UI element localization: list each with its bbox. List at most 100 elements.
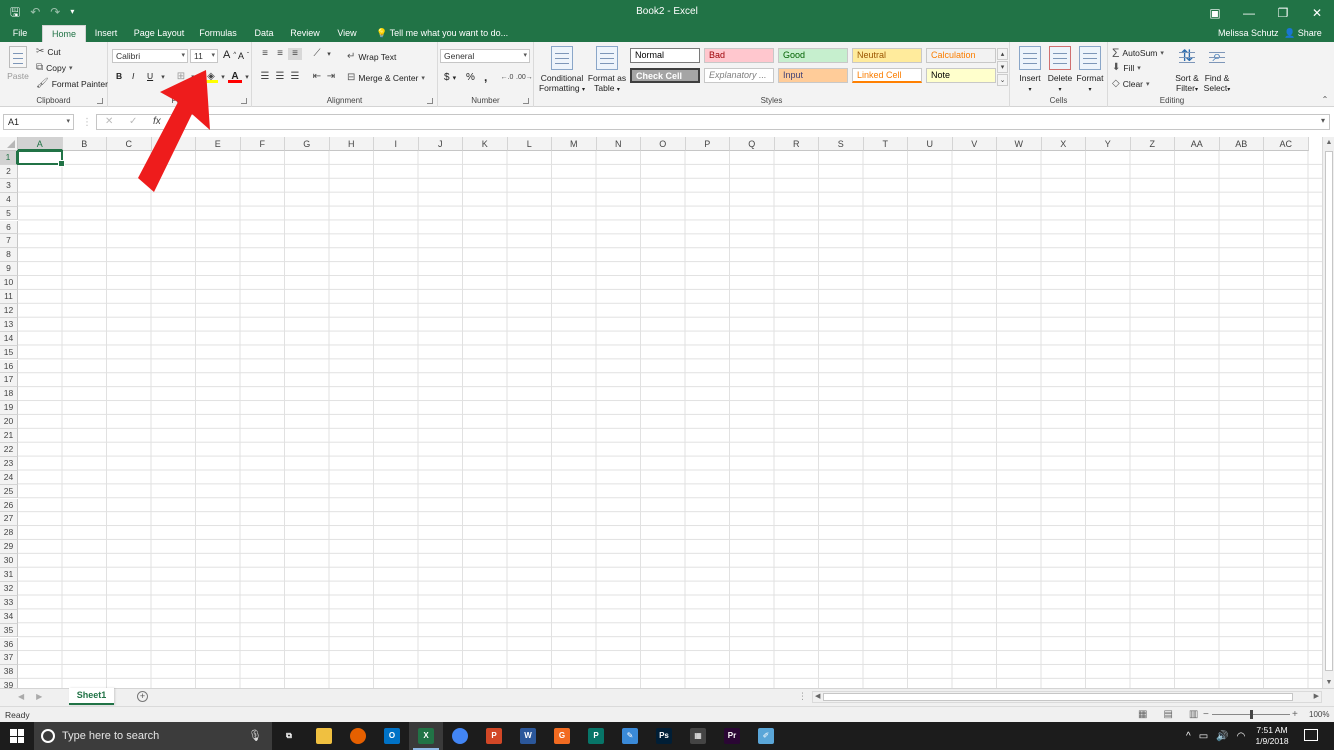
next-sheet-icon[interactable]: ▶	[36, 692, 42, 701]
row-header-21[interactable]: 21	[0, 429, 18, 443]
cell-style-calculation[interactable]: Calculation	[926, 48, 996, 63]
taskbar-app-task-view[interactable]: ⧉	[272, 722, 306, 750]
row-header-2[interactable]: 2	[0, 164, 18, 179]
font-name-select[interactable]: Calibri ▾	[112, 49, 188, 63]
row-header-29[interactable]: 29	[0, 540, 18, 555]
column-header-s[interactable]: S	[819, 137, 864, 151]
row-header-6[interactable]: 6	[0, 220, 18, 235]
active-cell-a1[interactable]	[17, 150, 65, 167]
scroll-down-icon[interactable]: ▼	[1323, 679, 1334, 686]
number-format-select[interactable]: General ▾	[440, 49, 530, 63]
tab-split-handle-icon[interactable]: ⋮	[798, 691, 807, 702]
share-button[interactable]: 👤 Share	[1284, 25, 1322, 42]
action-center-icon[interactable]	[1304, 729, 1318, 741]
cell-style-explanatory[interactable]: Explanatory ...	[704, 68, 774, 83]
column-header-x[interactable]: X	[1041, 137, 1086, 151]
currency-button[interactable]: $ ▾	[444, 72, 456, 83]
conditional-formatting-button[interactable]: Conditional Formatting ▾	[538, 46, 586, 95]
show-hidden-icons-icon[interactable]: ^	[1186, 731, 1191, 742]
cell-style-input[interactable]: Input	[778, 68, 848, 83]
tab-home[interactable]: Home	[42, 25, 86, 42]
wifi-icon[interactable]: ◠	[1237, 731, 1246, 742]
taskbar-app-publisher[interactable]: P	[579, 722, 613, 750]
taskbar-app-photoshop[interactable]: Ps	[647, 722, 681, 750]
vertical-scrollbar[interactable]: ▲ ▼	[1322, 137, 1334, 688]
row-header-30[interactable]: 30	[0, 554, 18, 568]
orientation-dropdown-icon[interactable]: ▾	[322, 49, 336, 61]
tab-page-layout[interactable]: Page Layout	[130, 25, 188, 42]
cell-style-bad[interactable]: Bad	[704, 48, 774, 63]
row-header-34[interactable]: 34	[0, 609, 18, 624]
ribbon-display-options-icon[interactable]: ▣	[1198, 0, 1232, 25]
cell-style-neutral[interactable]: Neutral	[852, 48, 922, 63]
row-header-37[interactable]: 37	[0, 651, 18, 666]
column-header-u[interactable]: U	[908, 137, 953, 151]
row-header-9[interactable]: 9	[0, 262, 18, 277]
row-header-33[interactable]: 33	[0, 595, 18, 610]
scroll-left-icon[interactable]: ◀	[815, 692, 820, 700]
column-header-l[interactable]: L	[507, 137, 552, 151]
column-header-p[interactable]: P	[685, 137, 730, 151]
merge-center-button[interactable]: ⊟ Merge & Center ▾	[347, 72, 425, 83]
tab-insert[interactable]: Insert	[88, 25, 124, 42]
row-header-35[interactable]: 35	[0, 623, 18, 638]
dialog-launcher-icon[interactable]	[523, 98, 529, 104]
gallery-scroll-up-icon[interactable]: ▴	[997, 48, 1008, 60]
row-header-32[interactable]: 32	[0, 581, 18, 596]
row-header-4[interactable]: 4	[0, 192, 18, 207]
row-header-25[interactable]: 25	[0, 484, 18, 499]
bold-button[interactable]: B	[116, 71, 122, 81]
normal-view-icon[interactable]: ▦	[1138, 709, 1147, 720]
column-header-i[interactable]: I	[374, 137, 419, 151]
shrink-font-button[interactable]: Aˇ	[238, 51, 249, 61]
taskbar-app-firefox[interactable]	[341, 722, 375, 750]
zoom-slider-knob[interactable]	[1249, 710, 1253, 719]
row-header-10[interactable]: 10	[0, 276, 18, 290]
taskbar-app-excel[interactable]: X	[409, 722, 443, 750]
row-header-23[interactable]: 23	[0, 456, 18, 471]
paste-button[interactable]: Paste	[4, 46, 32, 81]
row-header-26[interactable]: 26	[0, 498, 18, 513]
column-header-ac[interactable]: AC	[1264, 137, 1309, 151]
increase-indent-icon[interactable]: ⇥	[324, 71, 338, 83]
format-painter-button[interactable]: 🖌 Format Painter	[36, 78, 108, 89]
row-header-20[interactable]: 20	[0, 415, 18, 429]
network-icon[interactable]: ▭	[1199, 731, 1208, 742]
row-header-19[interactable]: 19	[0, 401, 18, 416]
align-top-icon[interactable]: ≡	[258, 48, 272, 60]
expand-formula-bar-icon[interactable]: ▾	[1321, 116, 1325, 125]
row-header-13[interactable]: 13	[0, 317, 18, 332]
taskbar-app-powerpoint[interactable]: P	[477, 722, 511, 750]
row-header-22[interactable]: 22	[0, 442, 18, 457]
comma-button[interactable]: ,	[484, 70, 487, 84]
tab-view[interactable]: View	[330, 25, 364, 42]
taskbar-app-outlook[interactable]: O	[375, 722, 409, 750]
italic-button[interactable]: I	[132, 71, 134, 81]
horizontal-scrollbar[interactable]: ◀ ▶	[812, 691, 1322, 703]
align-bottom-icon[interactable]: ≡	[288, 48, 302, 60]
zoom-level[interactable]: 100%	[1309, 710, 1329, 719]
row-header-1[interactable]: 1	[0, 151, 18, 165]
column-header-ab[interactable]: AB	[1219, 137, 1264, 151]
autosum-button[interactable]: Σ AutoSum ▾	[1112, 46, 1164, 60]
row-header-5[interactable]: 5	[0, 206, 18, 221]
cell-style-normal[interactable]: Normal	[630, 48, 700, 63]
align-middle-icon[interactable]: ≡	[273, 48, 287, 60]
restore-button[interactable]: ❐	[1266, 0, 1300, 25]
row-header-11[interactable]: 11	[0, 290, 18, 304]
zoom-in-icon[interactable]: +	[1292, 709, 1298, 720]
row-header-7[interactable]: 7	[0, 234, 18, 249]
format-as-table-button[interactable]: Format as Table ▾	[586, 46, 628, 95]
user-name[interactable]: Melissa Schutz	[1218, 25, 1279, 42]
column-header-h[interactable]: H	[329, 137, 374, 151]
microphone-icon[interactable]: 🎙	[248, 729, 262, 742]
horizontal-scroll-thumb[interactable]	[823, 693, 1293, 701]
column-header-q[interactable]: Q	[730, 137, 775, 151]
tab-file[interactable]: File	[4, 25, 36, 42]
column-header-t[interactable]: T	[863, 137, 908, 151]
taskbar-app-file-explorer[interactable]	[307, 722, 341, 750]
align-left-icon[interactable]: ☰	[258, 71, 272, 83]
taskbar-app-sticky-app[interactable]: ✐	[749, 722, 783, 750]
tab-data[interactable]: Data	[248, 25, 280, 42]
grow-font-button[interactable]: A ^	[223, 49, 236, 61]
